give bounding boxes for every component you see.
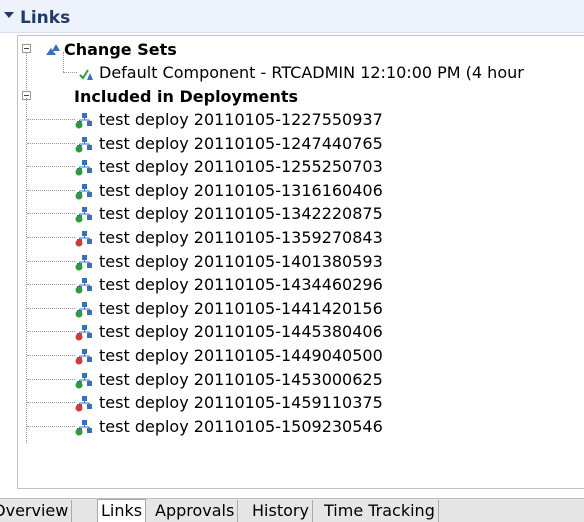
tree-connector bbox=[63, 52, 64, 72]
tree-connector bbox=[27, 308, 75, 309]
deployment-success-icon bbox=[75, 278, 92, 294]
deployment-failed-icon bbox=[75, 349, 92, 365]
deployment-failed-icon bbox=[75, 325, 92, 341]
tab-approvals[interactable]: Approvals bbox=[152, 500, 239, 522]
tree-connector bbox=[26, 98, 27, 443]
deployment-row[interactable]: test deploy 20110105-1247440765 bbox=[18, 132, 584, 155]
deployment-row[interactable]: test deploy 20110105-1441420156 bbox=[18, 297, 584, 320]
tree-connector bbox=[27, 402, 75, 403]
deployment-row[interactable]: test deploy 20110105-1401380593 bbox=[18, 250, 584, 273]
collapse-triangle-icon[interactable] bbox=[4, 12, 14, 18]
deployment-row[interactable]: test deploy 20110105-1509230546 bbox=[18, 415, 584, 438]
tab-history[interactable]: History bbox=[249, 500, 313, 522]
deployment-row[interactable]: test deploy 20110105-1453000625 bbox=[18, 368, 584, 391]
deployment-label: test deploy 20110105-1227550937 bbox=[99, 110, 383, 129]
deployment-row[interactable]: test deploy 20110105-1434460296 bbox=[18, 273, 584, 296]
deployment-label: test deploy 20110105-1359270843 bbox=[99, 228, 383, 247]
deployment-label: test deploy 20110105-1434460296 bbox=[99, 275, 383, 294]
deployment-success-icon bbox=[75, 137, 92, 153]
deployment-label: test deploy 20110105-1255250703 bbox=[99, 157, 383, 176]
deployment-failed-icon bbox=[75, 231, 92, 247]
tree-connector bbox=[27, 355, 75, 356]
tree-connector bbox=[63, 72, 77, 73]
tree-connector bbox=[26, 52, 27, 90]
deployment-success-icon bbox=[75, 184, 92, 200]
deployment-row[interactable]: test deploy 20110105-1459110375 bbox=[18, 391, 584, 414]
deployment-label: test deploy 20110105-1401380593 bbox=[99, 252, 383, 271]
deployment-row[interactable]: test deploy 20110105-1359270843 bbox=[18, 226, 584, 249]
tab-time-tracking[interactable]: Time Tracking bbox=[321, 500, 439, 522]
deployment-label: test deploy 20110105-1459110375 bbox=[99, 393, 383, 412]
deployment-label: test deploy 20110105-1247440765 bbox=[99, 134, 383, 153]
deployment-label: test deploy 20110105-1342220875 bbox=[99, 204, 383, 223]
deployment-success-icon bbox=[75, 113, 92, 129]
change-set-label: Default Component - RTCADMIN 12:10:00 PM… bbox=[99, 63, 524, 82]
tree-connector bbox=[27, 190, 75, 191]
deployment-success-icon bbox=[75, 302, 92, 318]
section-title[interactable]: Links bbox=[20, 8, 70, 28]
change-set-icon bbox=[79, 69, 93, 80]
tab-links[interactable]: Links bbox=[97, 499, 147, 522]
tree-connector bbox=[27, 237, 75, 238]
deployment-success-icon bbox=[75, 160, 92, 176]
tree-node-deployments[interactable]: Included in Deployments bbox=[18, 85, 584, 108]
tree-connector bbox=[27, 166, 75, 167]
tree-node-change-set-item[interactable]: Default Component - RTCADMIN 12:10:00 PM… bbox=[18, 61, 584, 84]
deployment-label: test deploy 20110105-1509230546 bbox=[99, 417, 383, 436]
tree-node-change-sets[interactable]: Change Sets bbox=[18, 38, 584, 61]
tree-node-label: Change Sets bbox=[64, 40, 177, 59]
tab-overview[interactable]: Overview bbox=[0, 500, 73, 522]
deployment-row[interactable]: test deploy 20110105-1255250703 bbox=[18, 155, 584, 178]
deployment-row[interactable]: test deploy 20110105-1342220875 bbox=[18, 202, 584, 225]
deployment-success-icon bbox=[75, 207, 92, 223]
deployment-success-icon bbox=[75, 373, 92, 389]
links-tree: Change Sets Default Component - RTCADMIN… bbox=[17, 35, 584, 489]
deployment-row[interactable]: test deploy 20110105-1316160406 bbox=[18, 179, 584, 202]
links-section-header[interactable]: Links bbox=[0, 0, 584, 33]
editor-tab-bar: Overview Links Approvals History Time Tr… bbox=[0, 498, 584, 522]
tree-node-label: Included in Deployments bbox=[74, 87, 299, 106]
tree-connector bbox=[27, 284, 75, 285]
tree-connector bbox=[27, 213, 75, 214]
deployment-success-icon bbox=[75, 420, 92, 436]
tree-connector bbox=[27, 426, 75, 427]
deployment-label: test deploy 20110105-1449040500 bbox=[99, 346, 383, 365]
deployment-label: test deploy 20110105-1316160406 bbox=[99, 181, 383, 200]
deployment-label: test deploy 20110105-1441420156 bbox=[99, 299, 383, 318]
deployment-row[interactable]: test deploy 20110105-1227550937 bbox=[18, 108, 584, 131]
tree-connector bbox=[27, 379, 75, 380]
tree-connector bbox=[27, 119, 75, 120]
deployment-label: test deploy 20110105-1445380406 bbox=[99, 322, 383, 341]
deployment-failed-icon bbox=[75, 396, 92, 412]
tree-connector bbox=[27, 261, 75, 262]
deployment-label: test deploy 20110105-1453000625 bbox=[99, 370, 383, 389]
tree-connector bbox=[27, 331, 75, 332]
change-sets-icon bbox=[46, 44, 60, 55]
deployment-row[interactable]: test deploy 20110105-1445380406 bbox=[18, 320, 584, 343]
tree-connector bbox=[27, 143, 75, 144]
deployment-row[interactable]: test deploy 20110105-1449040500 bbox=[18, 344, 584, 367]
deployment-success-icon bbox=[75, 255, 92, 271]
